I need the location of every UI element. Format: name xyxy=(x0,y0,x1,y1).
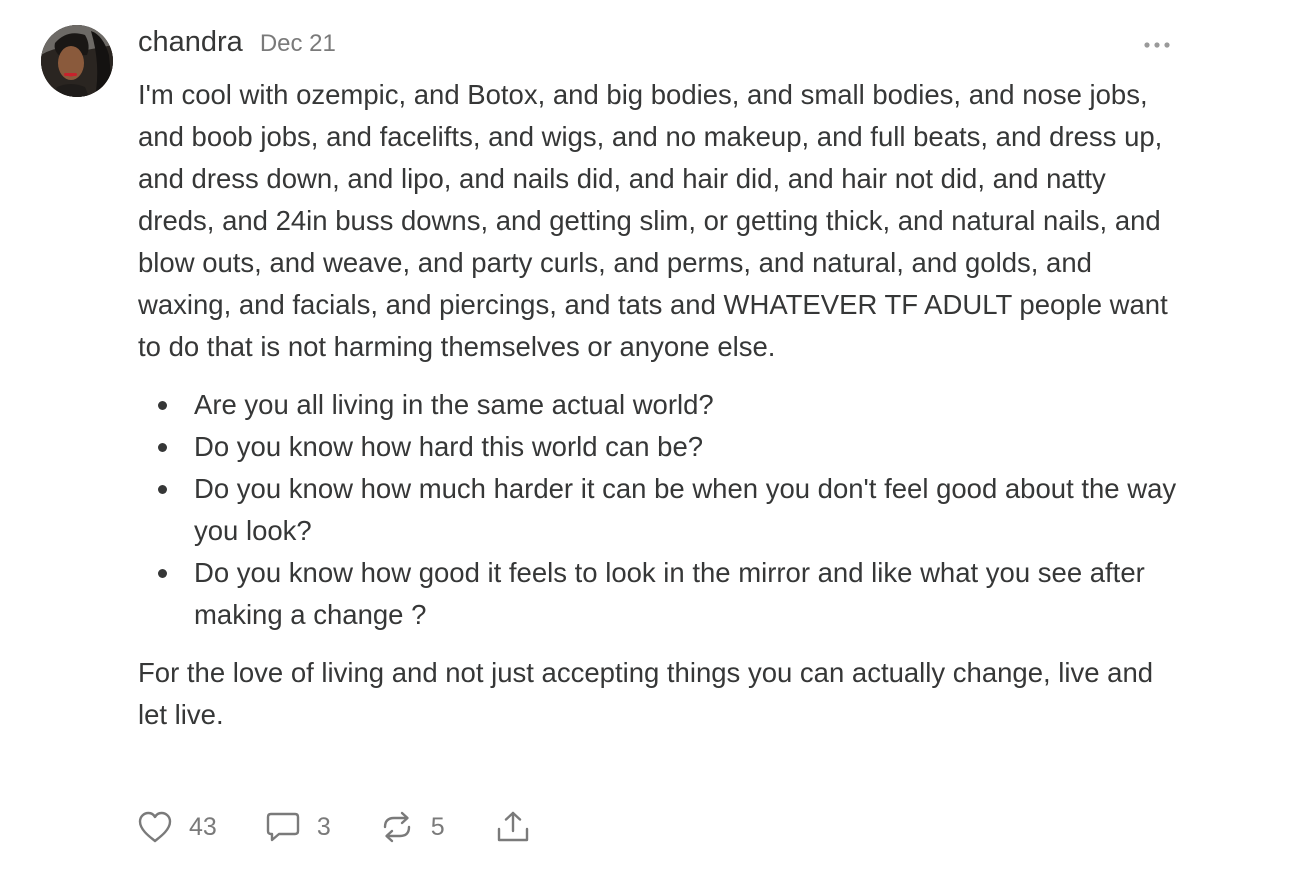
comment-button[interactable]: 3 xyxy=(265,810,331,844)
bullet-dot xyxy=(158,443,167,452)
avatar[interactable] xyxy=(41,25,113,97)
list-item-text: Are you all living in the same actual wo… xyxy=(194,389,714,420)
restack-count: 5 xyxy=(430,812,445,841)
post-header: chandra Dec 21 xyxy=(138,26,336,66)
share-button[interactable] xyxy=(495,809,531,845)
list-item: Do you know how much harder it can be wh… xyxy=(158,468,1178,552)
share-upload-icon xyxy=(497,811,528,842)
restack-button[interactable]: 5 xyxy=(379,810,445,844)
more-options-button[interactable] xyxy=(1139,32,1175,58)
ellipsis-icon xyxy=(1144,42,1170,48)
post-date[interactable]: Dec 21 xyxy=(260,30,336,58)
list-item: Do you know how good it feels to look in… xyxy=(158,552,1178,636)
comment-post: chandra Dec 21 I'm cool with ozempic, an… xyxy=(0,0,1302,880)
list-item-text: Do you know how much harder it can be wh… xyxy=(194,473,1177,546)
post-intro-paragraph: I'm cool with ozempic, and Botox, and bi… xyxy=(138,79,1168,362)
list-item-text: Do you know how good it feels to look in… xyxy=(194,557,1145,630)
like-count: 43 xyxy=(189,812,217,841)
bullet-dot xyxy=(158,401,167,410)
comment-count: 3 xyxy=(316,812,331,841)
list-item: Do you know how hard this world can be? xyxy=(158,426,1178,468)
bullet-dot xyxy=(158,569,167,578)
bullet-dot xyxy=(158,485,167,494)
post-body: I'm cool with ozempic, and Botox, and bi… xyxy=(138,74,1178,736)
speech-bubble-icon xyxy=(266,812,300,842)
avatar-image xyxy=(41,25,113,97)
post-actions-bar: 43 3 5 xyxy=(137,806,531,848)
like-button[interactable]: 43 xyxy=(137,810,217,844)
heart-icon xyxy=(138,811,172,843)
list-item: Are you all living in the same actual wo… xyxy=(158,384,1178,426)
post-bullet-list: Are you all living in the same actual wo… xyxy=(138,384,1178,636)
author-name[interactable]: chandra xyxy=(138,26,243,59)
restack-arrows-icon xyxy=(383,811,410,843)
post-closing-paragraph: For the love of living and not just acce… xyxy=(138,657,1154,730)
list-item-text: Do you know how hard this world can be? xyxy=(194,431,704,462)
